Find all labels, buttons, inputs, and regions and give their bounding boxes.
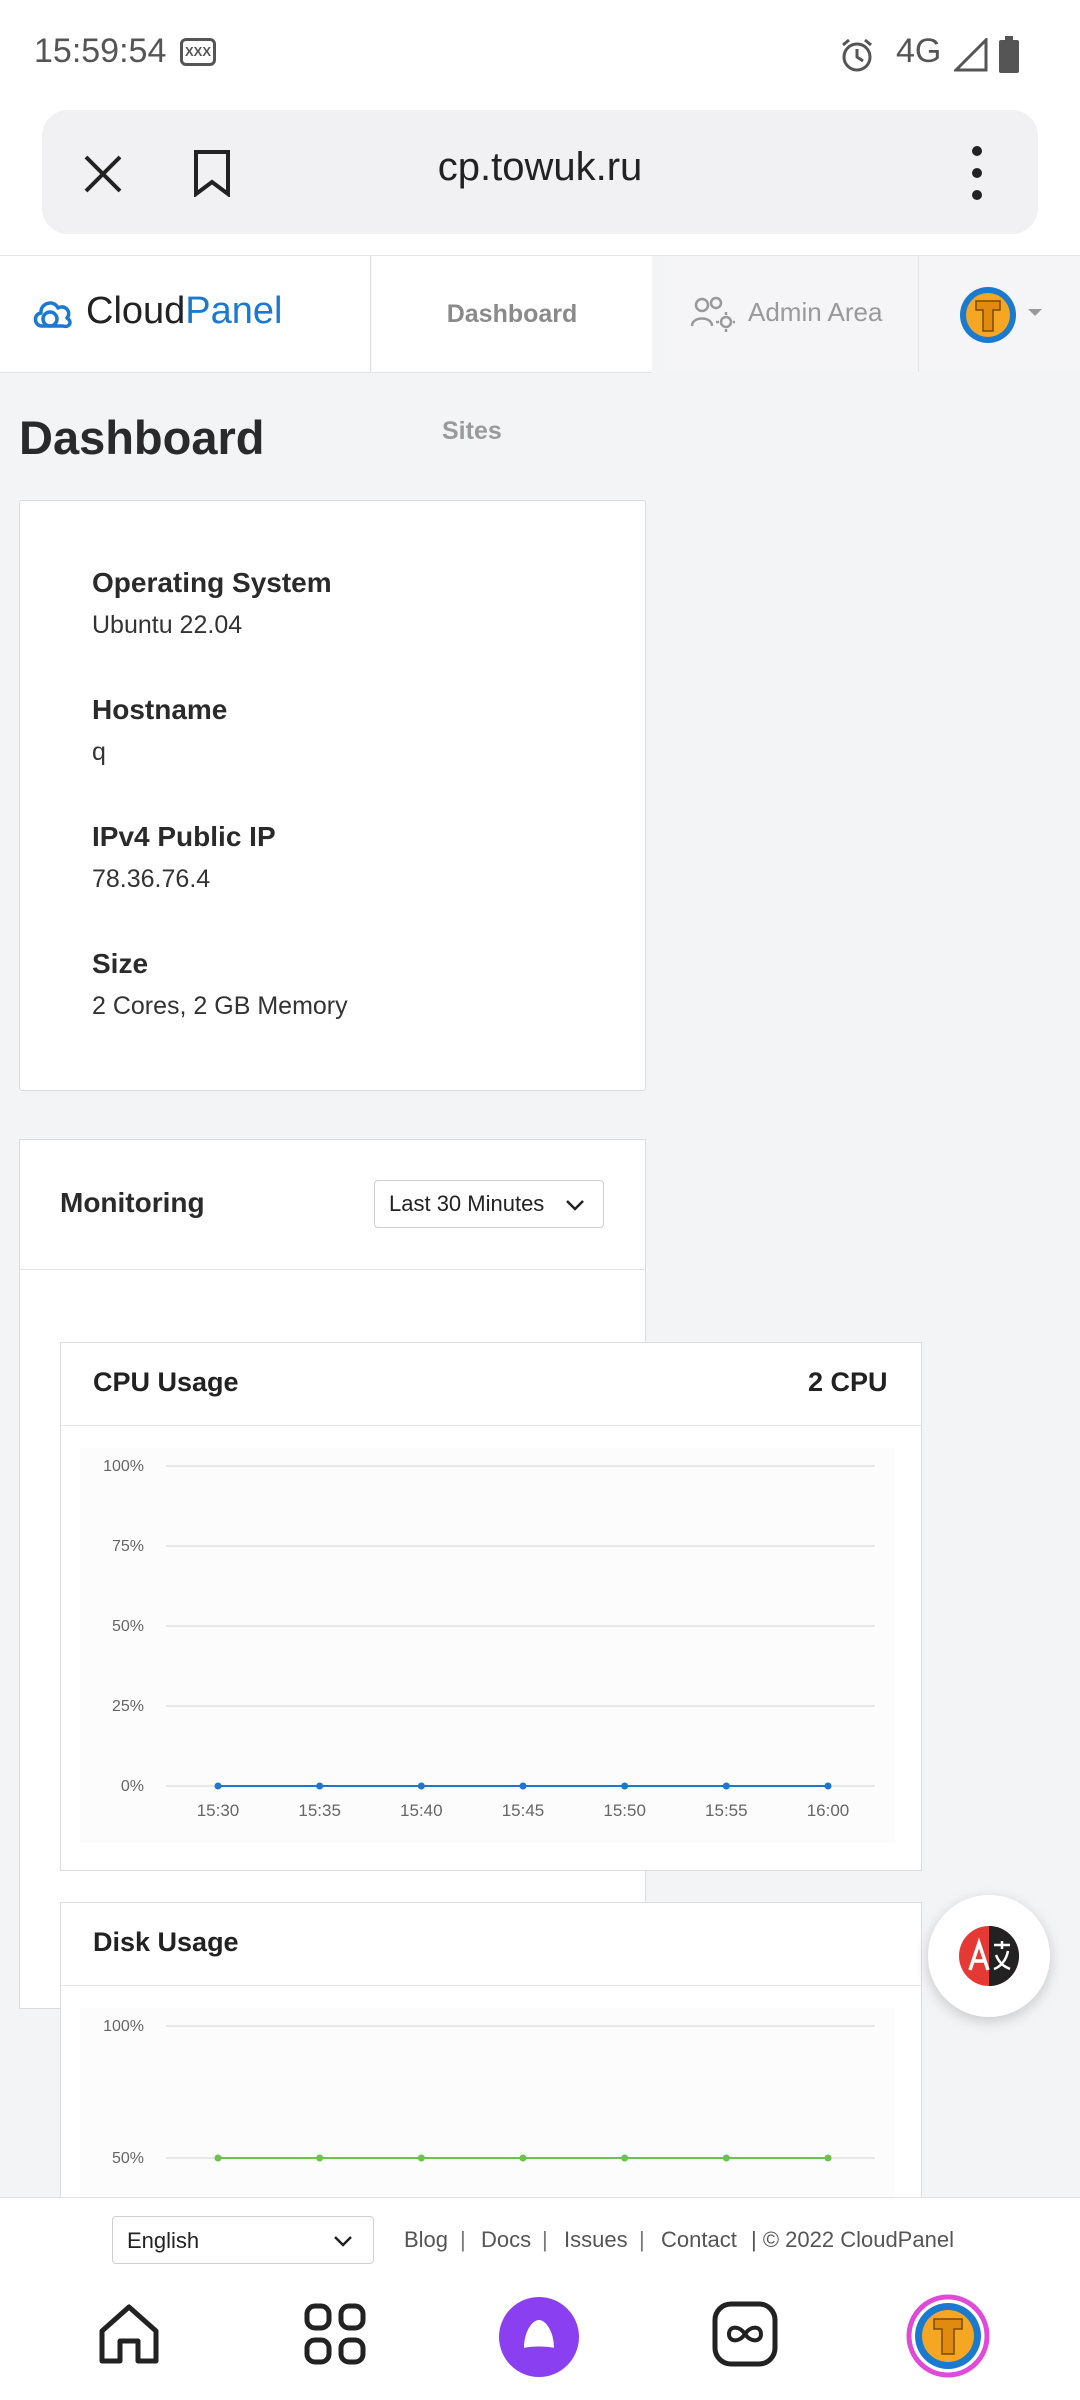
info-label: Operating System <box>92 567 332 598</box>
chevron-down-icon <box>566 1200 584 1211</box>
nav-admin-area[interactable]: Admin Area <box>665 256 917 372</box>
x-tick-label: 15:40 <box>400 1801 443 1820</box>
time-range-value: Last 30 Minutes <box>389 1191 545 1216</box>
y-tick-label: 100% <box>103 1458 144 1475</box>
x-tick-label: 15:45 <box>502 1801 545 1820</box>
y-tick-label: 0% <box>121 1778 144 1795</box>
x-tick-label: 15:55 <box>705 1801 748 1820</box>
data-point <box>519 1782 527 1790</box>
alarm-icon <box>842 38 872 72</box>
y-tick-label: 75% <box>112 1538 144 1555</box>
profile-icon[interactable] <box>906 2294 990 2378</box>
more-vert-icon[interactable] <box>969 145 985 201</box>
logo-text-cloud: Cloud <box>86 290 186 332</box>
app-header: CloudPanel Dashboard Admin Area <box>0 256 1080 373</box>
data-point <box>214 2154 222 2162</box>
chevron-down-icon <box>334 2236 352 2247</box>
x-tick-label: 15:35 <box>298 1801 341 1820</box>
nav-sites[interactable]: Sites <box>442 417 502 446</box>
data-point <box>621 1782 629 1790</box>
y-tick-label: 25% <box>112 1698 144 1715</box>
footer-copyright: | © 2022 CloudPanel <box>751 2227 954 2252</box>
logo[interactable]: CloudPanel <box>0 256 371 373</box>
page-title: Dashboard <box>19 411 265 464</box>
translate-button[interactable] <box>928 1895 1050 2017</box>
data-point <box>722 1782 730 1790</box>
nav-dashboard-label: Dashboard <box>446 300 578 328</box>
data-point <box>316 1782 324 1790</box>
info-label: Hostname <box>92 694 228 725</box>
chart-background <box>80 1448 895 1843</box>
x-tick-label: 15:50 <box>603 1801 646 1820</box>
footer-separator: | <box>542 2227 548 2252</box>
monitoring-title: Monitoring <box>60 1187 205 1218</box>
status-badge: XXX <box>180 38 216 66</box>
home-icon[interactable] <box>96 2301 162 2367</box>
bookmark-icon[interactable] <box>192 149 232 197</box>
logo-text-panel: Panel <box>185 290 283 332</box>
bottom-nav-bar <box>0 2279 1080 2400</box>
x-tick-label: 16:00 <box>807 1801 850 1820</box>
assistant-icon[interactable] <box>498 2296 580 2378</box>
users-cog-icon <box>691 296 735 332</box>
data-point <box>824 2154 832 2162</box>
footer: English Blog | Docs | Issues | Contact |… <box>0 2197 1080 2280</box>
avatar <box>960 287 1016 343</box>
footer-separator: | <box>460 2227 466 2252</box>
translate-icon <box>959 1926 1019 1986</box>
cloud-icon <box>33 301 72 329</box>
chart-background <box>80 2008 895 2198</box>
battery-icon <box>999 36 1019 73</box>
data-point <box>417 1782 425 1790</box>
footer-link-blog[interactable]: Blog <box>404 2227 448 2253</box>
divider <box>61 1425 921 1426</box>
info-value: q <box>92 738 106 766</box>
info-value: 2 Cores, 2 GB Memory <box>92 992 348 1020</box>
server-info-card: Operating System Ubuntu 22.04 Hostname q… <box>19 500 646 1091</box>
data-point <box>519 2154 527 2162</box>
nav-dashboard[interactable]: Dashboard <box>372 256 652 373</box>
nav-admin-label: Admin Area <box>748 297 883 327</box>
cpu-usage-chart: 100% 75% 50% 25% 0% 15:30 15:35 15:40 15:45 15:50… <box>80 1448 895 1843</box>
data-point <box>417 2154 425 2162</box>
info-label: Size <box>92 948 149 979</box>
divider <box>61 1985 921 1986</box>
data-point <box>722 2154 730 2162</box>
footer-separator: | <box>639 2227 645 2252</box>
disk-usage-title: Disk Usage <box>93 1927 239 1957</box>
network-type: 4G <box>896 32 942 70</box>
info-value: 78.36.76.4 <box>92 865 211 893</box>
divider <box>20 1269 645 1270</box>
status-bar: 15:59:54 XXX 4G <box>0 0 1080 105</box>
data-point <box>621 2154 629 2162</box>
cpu-usage-title: CPU Usage <box>93 1367 239 1397</box>
data-point <box>214 1782 222 1790</box>
user-menu[interactable] <box>918 256 1080 372</box>
time-range-select[interactable]: Last 30 Minutes <box>374 1180 604 1228</box>
y-tick-label: 50% <box>112 2150 144 2167</box>
infinity-icon[interactable] <box>712 2301 778 2367</box>
chevron-down-icon <box>1028 309 1042 316</box>
cpu-count: 2 CPU <box>808 1367 888 1397</box>
signal-icon <box>954 38 988 72</box>
info-label: IPv4 Public IP <box>92 821 276 852</box>
browser-toolbar: cp.towuk.ru <box>0 105 1080 257</box>
status-time: 15:59:54 <box>34 32 167 70</box>
data-point <box>316 2154 324 2162</box>
language-value: English <box>127 2228 200 2253</box>
footer-link-contact[interactable]: Contact <box>661 2227 737 2253</box>
data-point <box>824 1782 832 1790</box>
apps-icon[interactable] <box>304 2303 366 2365</box>
close-icon[interactable] <box>82 153 124 195</box>
info-value: Ubuntu 22.04 <box>92 611 243 639</box>
logo-text: CloudPanel <box>86 290 283 333</box>
y-tick-label: 50% <box>112 1618 144 1635</box>
disk-usage-chart: 100% 50% <box>80 2008 895 2198</box>
footer-link-issues[interactable]: Issues <box>564 2227 628 2253</box>
x-tick-label: 15:30 <box>197 1801 240 1820</box>
url-text[interactable]: cp.towuk.ru <box>300 145 780 190</box>
footer-link-docs[interactable]: Docs <box>481 2227 531 2253</box>
y-tick-label: 100% <box>103 2018 144 2035</box>
language-select[interactable]: English <box>112 2216 374 2264</box>
